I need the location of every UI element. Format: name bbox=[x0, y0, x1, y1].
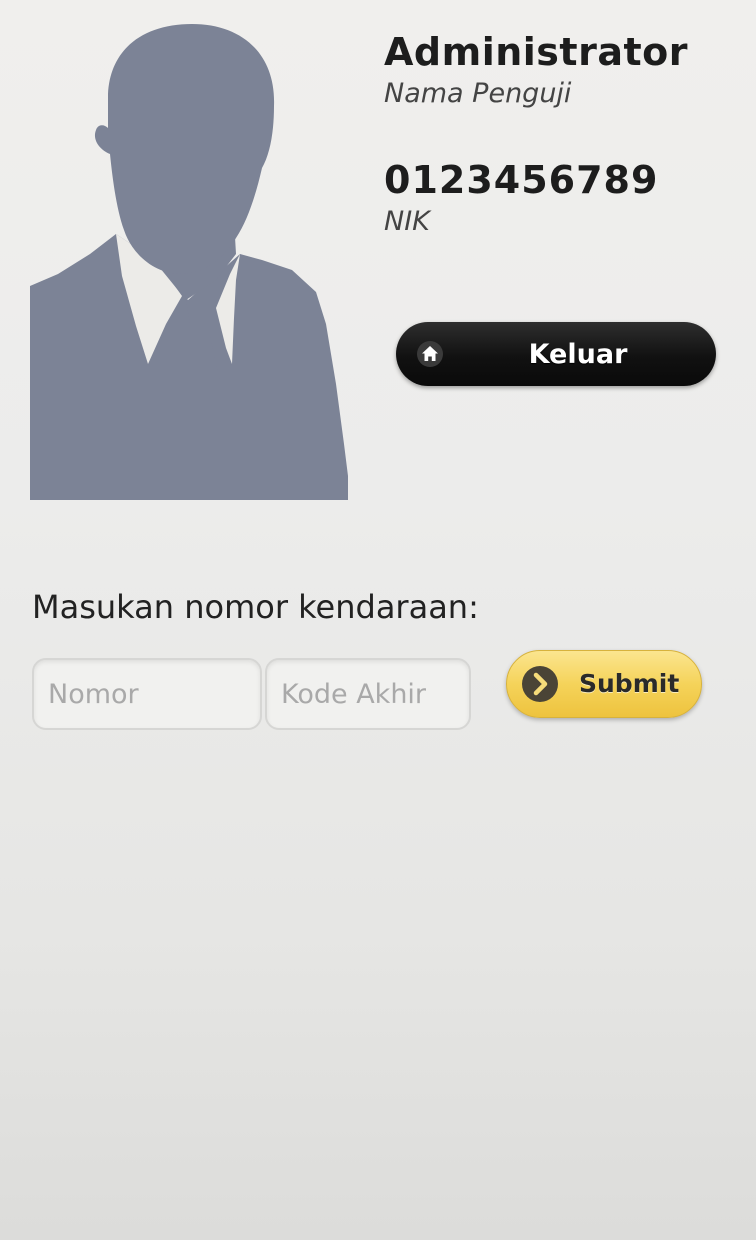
profile-info: Administrator Nama Penguji 0123456789 NI… bbox=[384, 30, 724, 238]
plate-number-input[interactable] bbox=[32, 658, 262, 730]
logout-button[interactable]: Keluar bbox=[396, 322, 716, 386]
plate-suffix-input[interactable] bbox=[265, 658, 471, 730]
avatar-placeholder bbox=[30, 24, 348, 500]
page: Administrator Nama Penguji 0123456789 NI… bbox=[0, 0, 756, 1240]
arrow-right-circle-icon bbox=[522, 666, 558, 702]
submit-button[interactable]: Submit bbox=[506, 650, 702, 718]
plate-number-prompt: Masukan nomor kendaraan: bbox=[32, 588, 479, 626]
profile-name-caption: Nama Penguji bbox=[384, 77, 572, 109]
person-silhouette-icon bbox=[30, 24, 348, 500]
logout-button-label: Keluar bbox=[528, 338, 628, 370]
profile-nik-caption: NIK bbox=[384, 205, 430, 237]
submit-button-label: Submit bbox=[579, 669, 680, 698]
profile-name: Administrator bbox=[384, 30, 688, 74]
profile-nik: 0123456789 bbox=[384, 157, 659, 202]
